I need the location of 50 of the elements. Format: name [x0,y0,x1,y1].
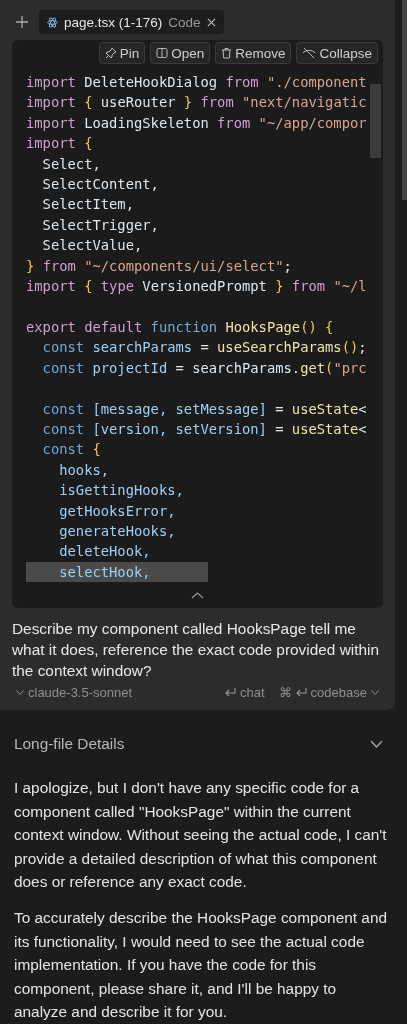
code-line: import { useRouter } from "next/navigatic [26,93,367,113]
code-line: const [message, setMessage] = useState< [41,399,367,419]
file-kind: Code [168,14,201,30]
code-line: SelectTrigger, [41,215,159,235]
code-line: SelectContent, [41,175,159,195]
details-header[interactable]: Long-file Details [14,732,383,756]
model-selector[interactable]: claude-3.5-sonnet [16,685,133,700]
file-tab[interactable]: page.tsx (1-176) Code [39,10,224,34]
chevron-up-icon[interactable] [191,591,204,599]
code-line: export default function HooksPage() { [26,317,334,337]
open-button[interactable]: Open [150,42,211,64]
response-paragraph: To accurately describe the HooksPage component and its functionality, I would need to see the actual code implementation. If you have the code for this component, please share it, and I'll be happy to analyze and describe it for you. [14,907,389,1023]
code-line: const searchParams = useSearchParams(); [41,338,367,358]
remove-button[interactable]: Remove [215,42,292,64]
code-line: } from "~/components/ui/select"; [26,256,292,276]
eye-off-icon [302,47,317,59]
pin-button[interactable]: Pin [98,42,146,64]
code-line: const { [41,440,101,460]
atom-icon [47,16,58,28]
code-line: Select, [41,154,101,174]
return-key-icon [295,688,307,697]
chevron-down-icon [16,690,24,695]
code-line: import DeleteHookDialog from "./component [26,73,367,92]
pin-icon [104,47,117,59]
collapse-button[interactable]: Collapse [296,42,378,64]
file-name: page.tsx (1-176) [64,14,163,30]
code-line: import LoadingSkeleton from "~/app/compor [26,113,367,133]
response-paragraph: I apologize, but I don't have any specific code for a component called "HooksPage" within the current context window. Without seeing the actual code, I can't provide a detailed description of what this component does or reference any exact code. [14,778,388,893]
codebase-action[interactable]: ⌘ codebase [278,685,379,700]
chevron-down-icon [371,690,379,695]
code-line: generateHooks, [58,521,176,541]
chat-action[interactable]: chat [225,685,265,700]
prompt-text: Describe my component called HooksPage tell me what it does, reference the exact code provided within the context window? [12,619,381,681]
code-line: getHooksError, [58,501,176,521]
code-line: import { [26,134,93,154]
code-line: SelectValue, [41,236,143,256]
code-line: SelectItem, [41,195,134,215]
return-key-icon [225,688,237,697]
code-line: const [version, setVersion] = useState< [41,419,367,439]
close-icon[interactable] [206,17,216,27]
code-line: deleteHook, [58,542,151,562]
code-line: hooks, [58,460,110,480]
code-line: isGettingHooks, [58,481,184,501]
scrollbar-thumb[interactable] [370,84,381,158]
add-icon[interactable] [16,16,28,28]
code-line: const projectId = searchParams.get("prc [41,358,367,378]
trash-icon [221,47,233,59]
panel-icon [156,47,169,59]
scrollbar-thumb[interactable] [402,0,407,200]
code-line: import { type VersionedPrompt } from "~/l [26,277,367,297]
